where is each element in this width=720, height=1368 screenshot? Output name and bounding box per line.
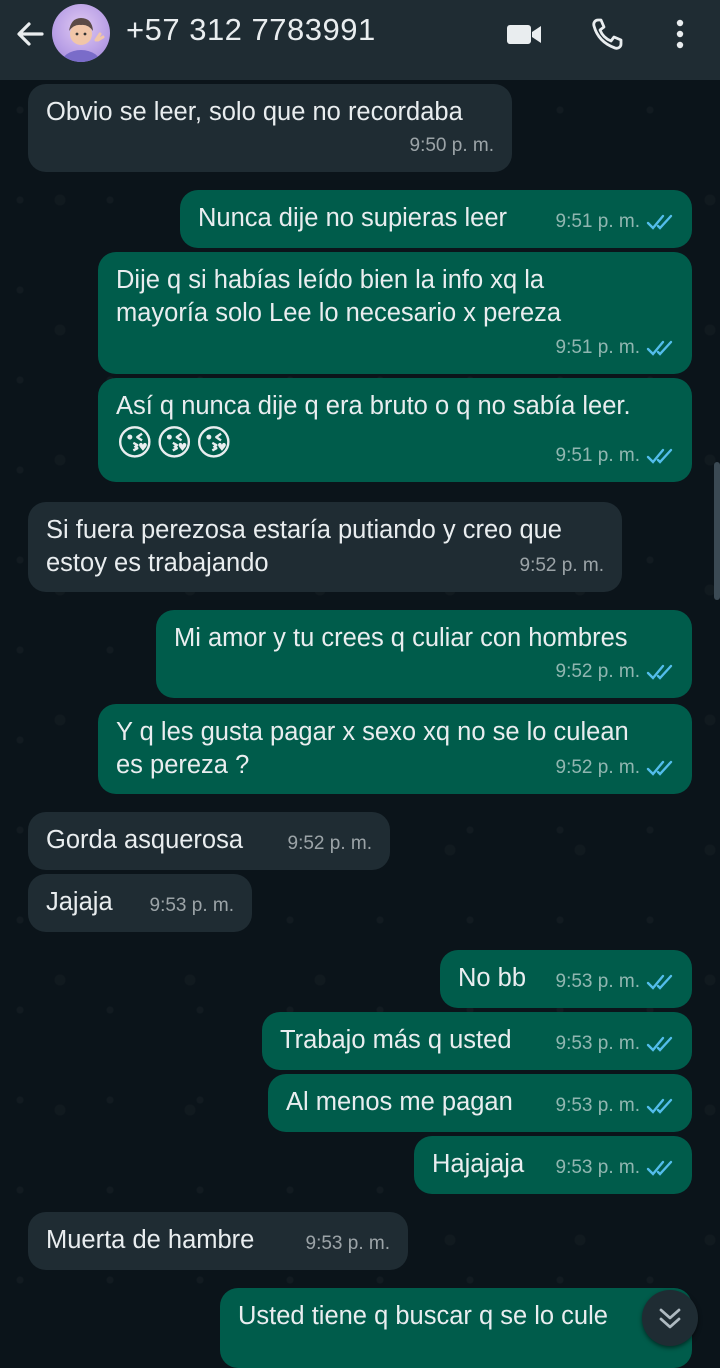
message-incoming[interactable]: Si fuera perezosa estaría putiando y cre… [28, 502, 622, 592]
message-text: Dije q si habías leído bien la info xq l… [116, 266, 562, 327]
message-incoming[interactable]: Muerta de hambre 9:53 p. m. [28, 1212, 408, 1270]
read-ticks-icon [646, 1098, 673, 1114]
read-ticks-icon [646, 664, 673, 680]
message-outgoing[interactable]: No bb 9:53 p. m. [440, 950, 692, 1008]
message-outgoing[interactable]: Hajajaja 9:53 p. m. [414, 1136, 692, 1194]
message-incoming[interactable]: Gorda asquerosa 9:52 p. m. [28, 812, 390, 870]
message-incoming[interactable]: Jajaja 9:53 p. m. [28, 874, 252, 932]
phone-icon[interactable] [586, 14, 630, 54]
message-time: 9:52 p. m. [519, 555, 605, 576]
message-text: Usted tiene q buscar q se lo cule [238, 1302, 608, 1330]
message-time: 9:53 p. m. [149, 895, 235, 916]
message-time: 9:52 p. m. [287, 833, 373, 854]
read-ticks-icon [646, 760, 673, 776]
message-time: 9:51 p. m. [556, 205, 677, 238]
scrollbar-thumb[interactable] [714, 462, 720, 600]
scroll-to-bottom-button[interactable] [642, 1290, 698, 1346]
message-outgoing[interactable]: Dije q si habías leído bien la info xq l… [98, 252, 692, 374]
message-text: Mi amor y tu crees q culiar con hombres [174, 624, 628, 652]
more-vert-icon[interactable] [658, 14, 702, 54]
read-ticks-icon [646, 1160, 673, 1176]
contact-avatar[interactable] [52, 4, 110, 62]
message-text: Obvio se leer, solo que no recordaba [46, 98, 463, 126]
message-outgoing[interactable]: Al menos me pagan 9:53 p. m. [268, 1074, 692, 1132]
message-incoming[interactable]: Obvio se leer, solo que no recordaba 9:5… [28, 84, 512, 172]
message-time: 9:51 p. m. [556, 331, 677, 364]
message-time: 9:53 p. m. [556, 965, 677, 998]
message-time: 9:53 p. m. [556, 1027, 677, 1060]
chat-header: +57 312 7783991 [0, 0, 720, 80]
video-call-icon[interactable] [502, 14, 546, 54]
message-outgoing[interactable]: Mi amor y tu crees q culiar con hombres … [156, 610, 692, 698]
message-time: 9:50 p. m. [409, 135, 495, 156]
message-time: 9:53 p. m. [556, 1089, 677, 1122]
chevrons-down-icon [659, 1308, 681, 1329]
read-ticks-icon [646, 1036, 673, 1052]
message-time: 9:52 p. m. [556, 655, 677, 688]
message-time: 9:52 p. m. [556, 751, 677, 784]
message-time: 9:51 p. m. [556, 439, 677, 472]
message-outgoing[interactable]: Así q nunca dije q era bruto o q no sabí… [98, 378, 692, 482]
message-time: 9:53 p. m. [556, 1151, 677, 1184]
message-outgoing[interactable]: Y q les gusta pagar x sexo xq no se lo c… [98, 704, 692, 794]
message-text: Así q nunca dije q era bruto o q no sabí… [116, 392, 631, 420]
message-time: 9:53 p. m. [305, 1233, 391, 1254]
contact-name[interactable]: +57 312 7783991 [126, 12, 376, 48]
read-ticks-icon [646, 974, 673, 990]
message-outgoing[interactable]: Usted tiene q buscar q se lo cule [220, 1288, 692, 1368]
message-outgoing[interactable]: Trabajo más q usted 9:53 p. m. [262, 1012, 692, 1070]
message-outgoing[interactable]: Nunca dije no supieras leer 9:51 p. m. [180, 190, 692, 248]
read-ticks-icon [646, 448, 673, 464]
read-ticks-icon [646, 214, 673, 230]
read-ticks-icon [646, 340, 673, 356]
back-arrow-icon[interactable] [10, 14, 50, 54]
